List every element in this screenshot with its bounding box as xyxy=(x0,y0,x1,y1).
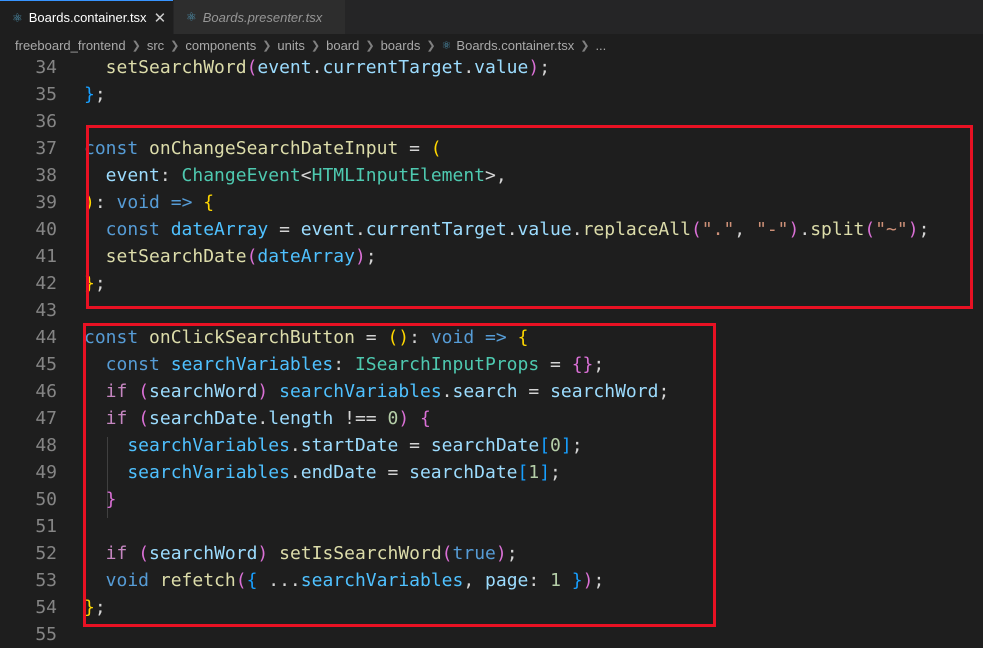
code-editor[interactable]: 34 setSearchWord(event.currentTarget.val… xyxy=(0,54,983,648)
line-number: 45 xyxy=(35,354,57,375)
code-token: setSearchWord xyxy=(84,57,247,78)
line-number: 42 xyxy=(35,273,57,294)
code-text: }; xyxy=(84,81,106,108)
breadcrumb-item[interactable]: components xyxy=(185,38,256,53)
code-token: . xyxy=(463,57,475,78)
breadcrumb-item[interactable]: src xyxy=(147,38,164,53)
line-number: 48 xyxy=(35,435,57,456)
code-token: . xyxy=(311,57,323,78)
line-number: 34 xyxy=(35,57,57,78)
react-icon: ⚛ xyxy=(441,39,452,52)
code-token: currentTarget xyxy=(322,57,464,78)
highlight-box xyxy=(83,323,716,627)
code-token: ; xyxy=(94,84,106,105)
line-number: 41 xyxy=(35,246,57,267)
line-number: 50 xyxy=(35,489,57,510)
tab-bar: ⚛ Boards.container.tsx ✕ ⚛ Boards.presen… xyxy=(0,0,983,34)
tab-label: Boards.presenter.tsx xyxy=(202,9,323,25)
line-number: 43 xyxy=(35,300,57,321)
line-number: 36 xyxy=(35,111,57,132)
chevron-right-icon: ❯ xyxy=(426,39,436,52)
chevron-right-icon: ❯ xyxy=(580,39,590,52)
code-token: value xyxy=(474,57,529,78)
react-icon: ⚛ xyxy=(186,10,197,24)
code-token: ; xyxy=(539,57,551,78)
line-number: 49 xyxy=(35,462,57,483)
line-number: 35 xyxy=(35,84,57,105)
line-number: 38 xyxy=(35,165,57,186)
tab-boards-container[interactable]: ⚛ Boards.container.tsx ✕ xyxy=(0,0,173,34)
chevron-right-icon: ❯ xyxy=(365,39,375,52)
react-icon: ⚛ xyxy=(12,10,23,25)
close-icon[interactable]: ✕ xyxy=(154,9,167,27)
line-number: 52 xyxy=(35,543,57,564)
code-token: ) xyxy=(528,57,540,78)
chevron-right-icon: ❯ xyxy=(262,39,272,52)
line-number: 46 xyxy=(35,381,57,402)
line-number: 40 xyxy=(35,219,57,240)
code-token: event xyxy=(257,57,312,78)
breadcrumb: freeboard_frontend ❯ src ❯ components ❯ … xyxy=(0,34,983,56)
line-number: 37 xyxy=(35,138,57,159)
line-number: 54 xyxy=(35,597,57,618)
breadcrumb-item[interactable]: freeboard_frontend xyxy=(15,38,126,53)
line-number: 53 xyxy=(35,570,57,591)
code-line[interactable]: 34 setSearchWord(event.currentTarget.val… xyxy=(0,54,983,81)
code-text: setSearchWord(event.currentTarget.value)… xyxy=(84,54,550,81)
tab-label: Boards.container.tsx xyxy=(28,10,147,25)
breadcrumb-item[interactable]: board xyxy=(326,38,359,53)
line-number: 51 xyxy=(35,516,57,537)
line-number: 47 xyxy=(35,408,57,429)
highlight-box xyxy=(86,125,973,309)
chevron-right-icon: ❯ xyxy=(310,39,321,52)
chevron-right-icon: ❯ xyxy=(131,39,141,52)
code-token: ( xyxy=(246,57,258,78)
breadcrumb-item[interactable]: Boards.container.tsx xyxy=(456,38,574,53)
chevron-right-icon: ❯ xyxy=(170,39,180,52)
line-number: 39 xyxy=(35,192,57,213)
code-token: } xyxy=(84,84,95,105)
breadcrumb-item[interactable]: ... xyxy=(595,38,606,53)
line-number: 55 xyxy=(35,624,57,645)
code-line[interactable]: 35}; xyxy=(0,81,983,108)
breadcrumb-item[interactable]: boards xyxy=(381,38,421,53)
breadcrumb-item[interactable]: units xyxy=(277,38,304,53)
tab-boards-presenter[interactable]: ⚛ Boards.presenter.tsx xyxy=(173,0,345,34)
line-number: 44 xyxy=(35,327,57,348)
